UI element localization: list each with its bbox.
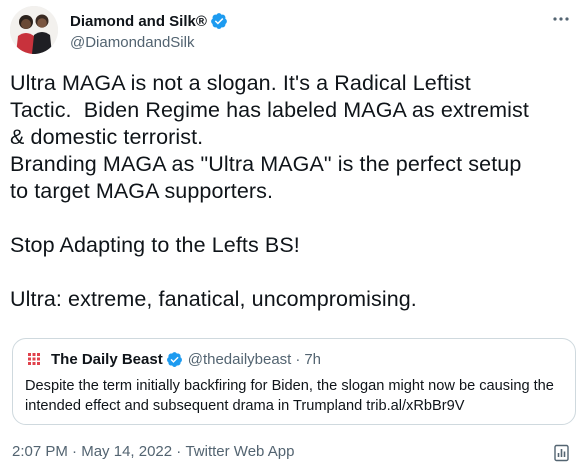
quoted-author-name: The Daily Beast <box>51 350 163 368</box>
author-handle[interactable]: @DiamondandSilk <box>70 34 228 51</box>
verified-badge-icon <box>166 351 183 368</box>
quoted-tweet-text: Despite the term initially backfiring fo… <box>25 378 554 414</box>
tweet-date[interactable]: May 14, 2022 <box>81 443 172 460</box>
quoted-timestamp: 7h <box>304 350 322 368</box>
author-info: Diamond and Silk® @DiamondandSilk <box>70 11 228 51</box>
tweet-time[interactable]: 2:07 PM <box>12 443 68 460</box>
tweet-card: Diamond and Silk® @DiamondandSilk Ultra … <box>0 0 586 471</box>
daily-beast-logo-icon <box>25 350 43 368</box>
quoted-separator: · <box>295 350 301 368</box>
analytics-icon[interactable] <box>552 443 572 463</box>
meta-separator: · <box>172 443 186 460</box>
quoted-author-handle: @thedailybeast <box>187 350 292 368</box>
author-display-name[interactable]: Diamond and Silk® <box>70 13 207 30</box>
author-name-row: Diamond and Silk® <box>70 11 228 31</box>
meta-separator: · <box>67 443 82 460</box>
verified-badge-icon <box>210 12 228 30</box>
quoted-tweet-header: The Daily Beast @thedailybeast · 7h <box>25 349 321 369</box>
tweet-meta: 2:07 PM · May 14, 2022 · Twitter Web App <box>12 443 294 460</box>
tweet-text: Ultra MAGA is not a slogan. It's a Radic… <box>10 71 529 311</box>
author-avatar[interactable] <box>10 6 58 54</box>
avatar-image <box>10 6 58 54</box>
quoted-tweet[interactable]: The Daily Beast @thedailybeast · 7h Desp… <box>12 338 576 425</box>
more-horizontal-icon[interactable] <box>550 10 572 28</box>
tweet-source: Twitter Web App <box>185 443 295 460</box>
